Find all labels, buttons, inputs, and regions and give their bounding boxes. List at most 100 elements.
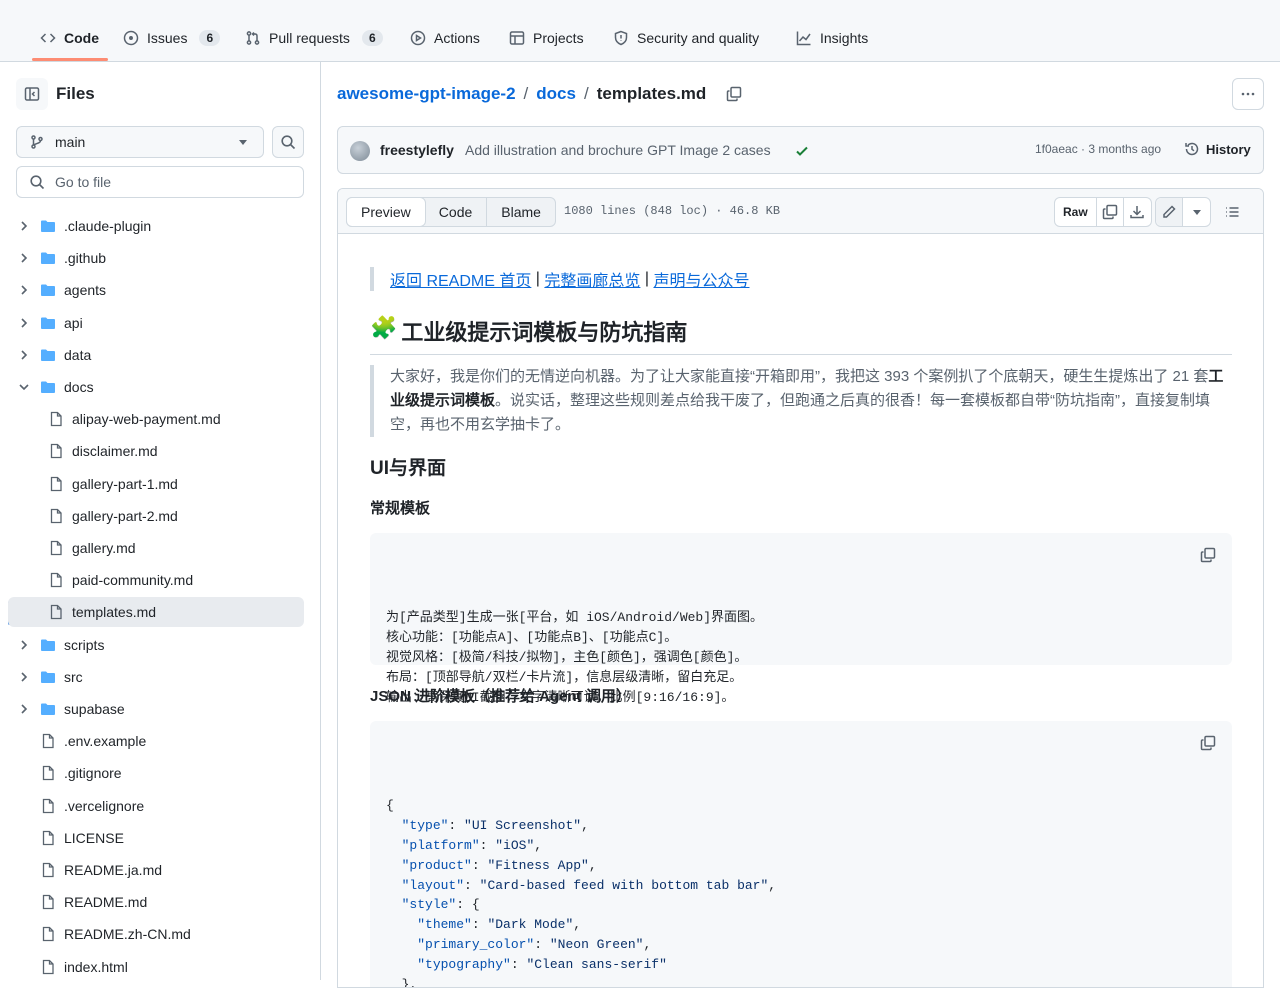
tree-file-item[interactable]: .vercelignore — [8, 791, 304, 821]
link-disclaimer[interactable]: 声明与公众号 — [653, 267, 749, 291]
tab-issues[interactable]: Issues 6 — [123, 22, 221, 54]
subheading-json-template: JSON 进阶模板（推荐给 Agent 调用） — [370, 688, 631, 705]
tree-file-item[interactable]: paid-community.md — [8, 565, 304, 595]
tree-item-label: README.ja.md — [64, 862, 163, 878]
copy-raw-button[interactable] — [1097, 198, 1124, 226]
tree-folder-item[interactable]: docs — [8, 372, 304, 402]
code-line: 核心功能：[功能点A]、[功能点B]、[功能点C]。 — [386, 630, 678, 646]
file-icon — [50, 412, 62, 427]
chevron-right-icon[interactable] — [16, 347, 32, 363]
folder-icon — [41, 284, 55, 297]
file-content-box: Preview Code Blame 1080 lines (848 loc) … — [337, 188, 1264, 988]
breadcrumb-repo-link[interactable]: awesome-gpt-image-2 — [337, 84, 516, 104]
tree-folder-item[interactable]: .github — [8, 243, 304, 273]
commit-hash-time[interactable]: 1f0aeac · 3 months ago — [1035, 142, 1161, 156]
tab-blame[interactable]: Blame — [487, 198, 555, 226]
active-tab-indicator — [32, 58, 108, 61]
latest-commit-bar: freestylefly Add illustration and brochu… — [337, 126, 1264, 174]
edit-button[interactable] — [1156, 198, 1183, 226]
commit-author[interactable]: freestylefly — [380, 142, 454, 158]
tree-folder-item[interactable]: supabase — [8, 694, 304, 724]
tree-item-label: index.html — [64, 958, 128, 975]
search-files-button[interactable] — [272, 126, 304, 158]
tree-file-item[interactable]: .env.example — [8, 726, 304, 756]
tree-file-item[interactable]: disclaimer.md — [8, 436, 304, 466]
tree-folder-item[interactable]: src — [8, 662, 304, 692]
tab-projects[interactable]: Projects — [509, 22, 584, 54]
tree-file-item[interactable]: gallery-part-1.md — [8, 469, 304, 499]
code-line: "layout": "Card-based feed with bottom t… — [401, 877, 777, 893]
tab-actions[interactable]: Actions — [410, 22, 480, 54]
tree-file-item[interactable]: .gitignore — [8, 758, 304, 788]
avatar[interactable] — [350, 141, 370, 161]
chevron-right-icon[interactable] — [16, 282, 32, 298]
go-to-file-input[interactable]: Go to file — [16, 166, 304, 198]
tab-label: Code — [64, 30, 99, 46]
link-readme-home[interactable]: 返回 README 首页 — [390, 267, 531, 291]
tree-folder-item[interactable]: api — [8, 308, 304, 338]
tree-file-item[interactable]: alipay-web-payment.md — [8, 404, 304, 434]
chevron-right-icon[interactable] — [16, 701, 32, 717]
chevron-right-icon[interactable] — [16, 218, 32, 234]
tree-file-item[interactable]: LICENSE — [8, 823, 304, 853]
tab-preview[interactable]: Preview — [346, 197, 426, 227]
search-icon — [30, 175, 45, 190]
tree-file-item[interactable]: README.md — [8, 887, 304, 917]
tree-file-item[interactable]: README.ja.md — [8, 855, 304, 885]
chevron-down-icon[interactable] — [16, 379, 32, 395]
link-gallery-overview[interactable]: 完整画廊总览 — [544, 267, 640, 291]
tree-folder-item[interactable]: scripts — [8, 630, 304, 660]
chevron-right-icon[interactable] — [16, 250, 32, 266]
check-icon[interactable] — [794, 143, 810, 159]
tree-file-item[interactable]: index.html — [8, 952, 304, 982]
branch-name: main — [55, 134, 86, 150]
collapse-sidebar-button[interactable] — [16, 78, 48, 110]
history-button[interactable]: History — [1184, 141, 1251, 157]
tab-security[interactable]: Security and quality — [613, 22, 759, 54]
nav-links: 返回 README 首页 | 完整画廊总览 | 声明与公众号 — [370, 267, 749, 291]
tree-file-item[interactable]: gallery-part-2.md — [8, 501, 304, 531]
play-icon — [410, 30, 426, 46]
more-options-button[interactable] — [1232, 78, 1264, 110]
tree-item-label: docs — [64, 379, 94, 395]
download-button[interactable] — [1124, 198, 1151, 226]
outline-list-icon[interactable] — [1224, 204, 1240, 220]
file-icon — [42, 927, 54, 942]
tree-item-label: .env.example — [64, 733, 147, 750]
copy-icon[interactable] — [1200, 547, 1216, 563]
history-label: History — [1206, 141, 1251, 157]
tree-item-label: templates.md — [72, 604, 157, 621]
edit-actions — [1155, 197, 1211, 227]
raw-button[interactable]: Raw — [1055, 198, 1097, 226]
tab-code-view[interactable]: Code — [425, 198, 488, 226]
tab-code[interactable]: Code — [40, 22, 99, 54]
tree-folder-item[interactable]: .claude-plugin — [8, 211, 304, 241]
kebab-horizontal-icon — [1241, 92, 1255, 96]
breadcrumb: awesome-gpt-image-2 / docs / templates.m… — [337, 84, 742, 104]
link-separator: | — [531, 270, 545, 287]
copy-icon[interactable] — [726, 86, 742, 102]
chevron-right-icon[interactable] — [16, 669, 32, 685]
breadcrumb-dir-link[interactable]: docs — [536, 84, 576, 104]
folder-icon — [41, 703, 55, 715]
tree-file-item[interactable]: README.zh-CN.md — [8, 919, 304, 949]
chevron-right-icon[interactable] — [16, 315, 32, 331]
chevron-right-icon[interactable] — [16, 637, 32, 653]
branch-selector[interactable]: main — [16, 126, 264, 158]
tree-file-item[interactable]: gallery.md — [8, 533, 304, 563]
tree-folder-item[interactable]: agents — [8, 275, 304, 305]
code-icon — [40, 33, 56, 43]
tree-file-item[interactable]: templates.md — [8, 597, 304, 628]
shield-icon — [614, 30, 628, 46]
copy-icon[interactable] — [1200, 735, 1216, 751]
commit-message[interactable]: Add illustration and brochure GPT Image … — [465, 142, 771, 158]
file-icon — [42, 830, 54, 845]
file-view: awesome-gpt-image-2 / docs / templates.m… — [321, 62, 1280, 988]
tab-pull-requests[interactable]: Pull requests 6 — [245, 22, 383, 54]
edit-dropdown-button[interactable] — [1183, 198, 1210, 226]
tree-folder-item[interactable]: data — [8, 340, 304, 370]
tab-insights[interactable]: Insights — [796, 22, 868, 54]
file-icon — [50, 540, 62, 556]
link-separator: | — [640, 270, 654, 287]
pull-requests-count: 6 — [361, 30, 383, 46]
